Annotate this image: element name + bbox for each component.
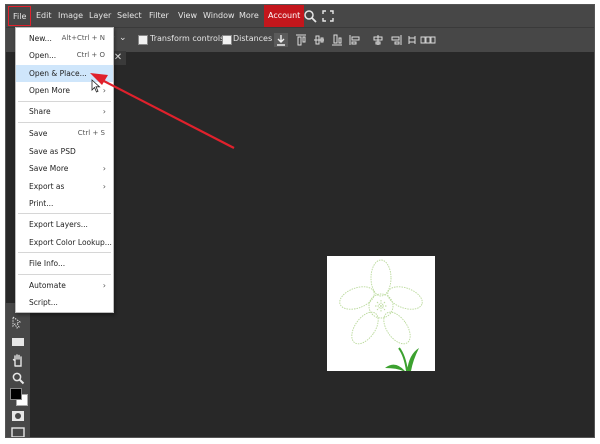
photopea-app: File Edit Image Layer Select Filter View… (5, 4, 595, 438)
annotation-arrow-icon (90, 73, 235, 149)
screenshot-frame: File Edit Image Layer Select Filter View… (0, 0, 600, 444)
